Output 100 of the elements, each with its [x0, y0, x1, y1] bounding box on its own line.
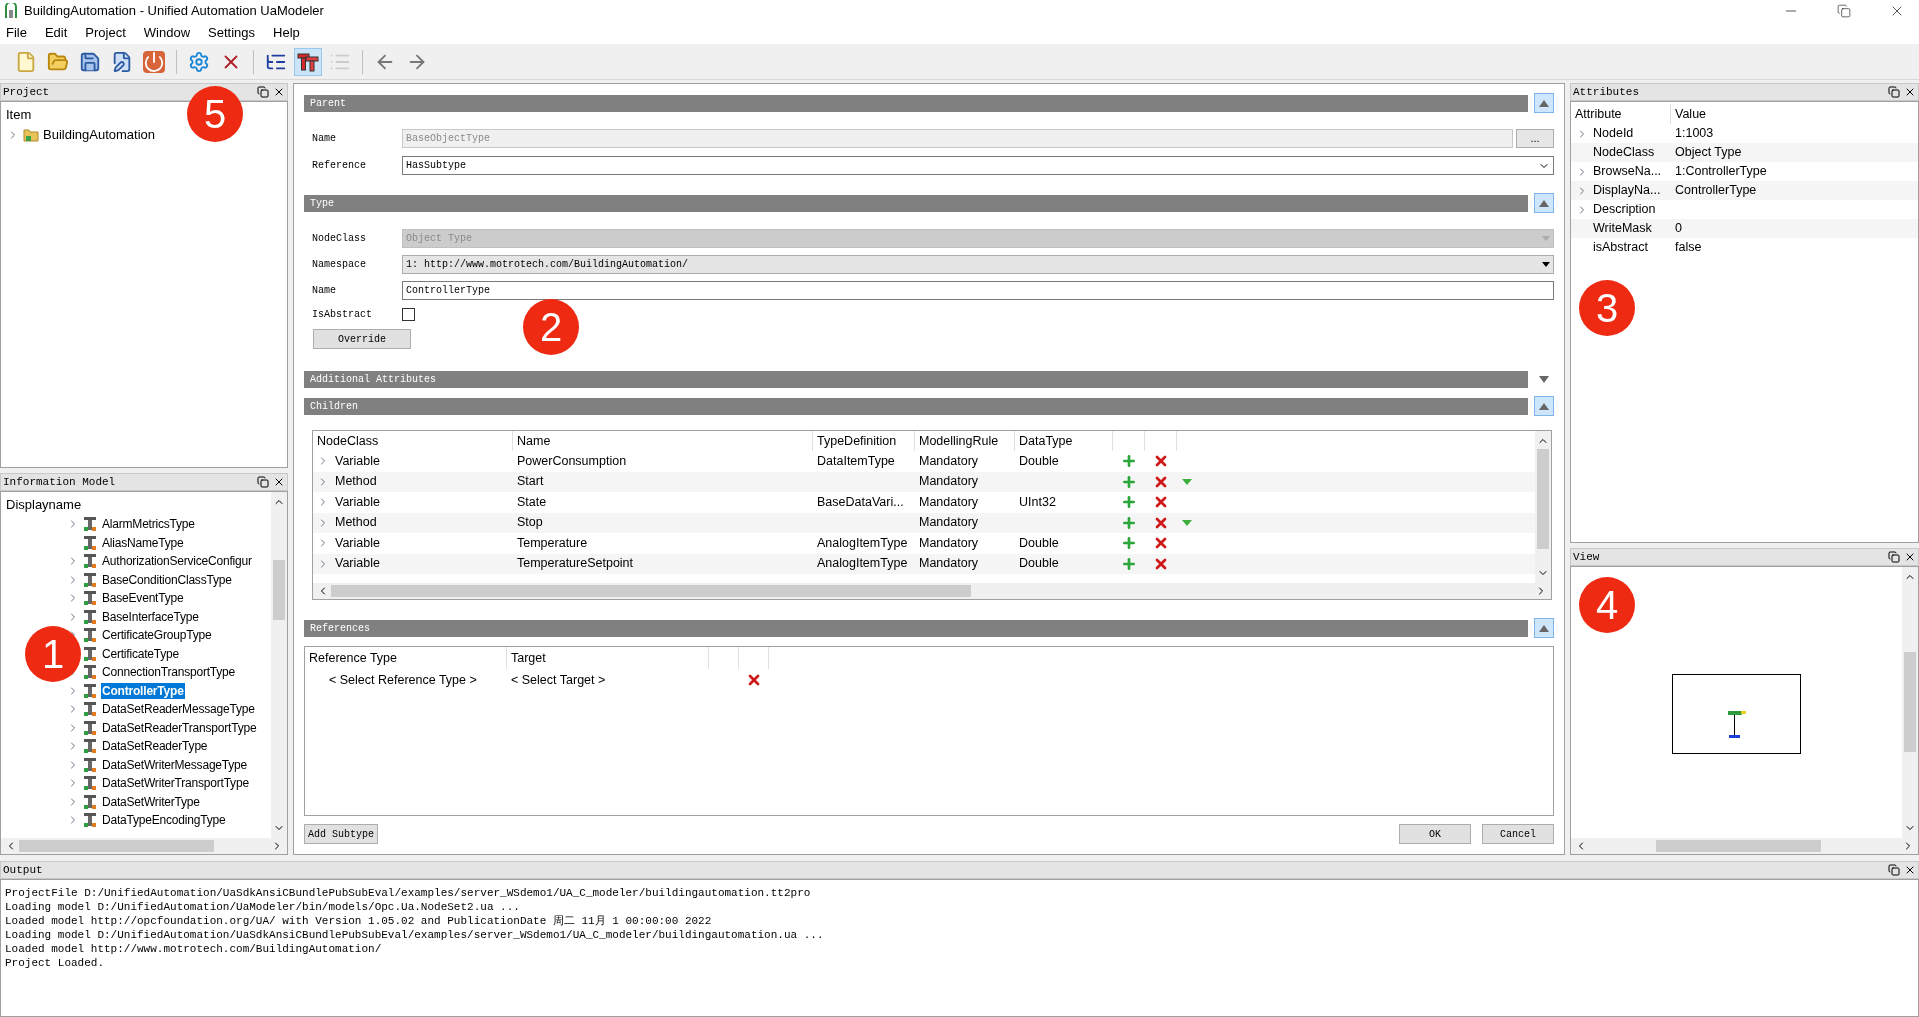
tree-item[interactable]: AuthorizationServiceConfigur [101, 553, 253, 570]
float-icon[interactable] [1888, 864, 1900, 876]
add-subtype-button[interactable]: Add Subtype [304, 824, 378, 844]
column-header[interactable]: TypeDefinition [813, 431, 915, 451]
tree-item[interactable]: DataSetReaderType [101, 738, 209, 755]
field-label: NodeClass [312, 232, 367, 246]
vertical-scrollbar[interactable] [271, 492, 287, 838]
table-cell[interactable]: < Select Reference Type > [305, 670, 507, 690]
panel-title: Information Model [3, 474, 117, 490]
plus-icon[interactable] [1121, 453, 1137, 470]
column-header[interactable]: Attribute [1571, 104, 1671, 124]
table-cell-text: Variable [335, 534, 380, 552]
namespace-dropdown[interactable]: 1: http://www.motrotech.com/BuildingAutomation/ [402, 255, 1554, 274]
tree-item[interactable]: DataSetWriterTransportType [101, 775, 250, 792]
attribute-name: NodeClass [1593, 144, 1655, 162]
t-shape-icon [83, 664, 97, 681]
tree-item[interactable]: AlarmMetricsType [101, 516, 196, 533]
menu-item[interactable]: File [6, 23, 27, 43]
delete-icon[interactable] [746, 672, 762, 688]
scrollbar-thumb[interactable] [273, 560, 285, 620]
close-icon[interactable] [273, 86, 285, 98]
horizontal-scrollbar[interactable] [1571, 838, 1918, 854]
browse-button[interactable]: ... [1516, 129, 1554, 148]
column-header[interactable]: Value [1671, 104, 1918, 124]
menu-item[interactable]: Settings [208, 23, 256, 43]
triangle-icon[interactable] [1182, 519, 1192, 526]
float-icon[interactable] [1888, 86, 1900, 98]
horizontal-scrollbar[interactable] [1, 838, 287, 854]
scrollbar-thumb[interactable] [331, 585, 971, 597]
collapse-button[interactable] [1534, 193, 1554, 213]
menu-item[interactable]: Help [273, 23, 300, 43]
tree-item[interactable]: CertificateType [101, 645, 181, 662]
tree-item[interactable]: DataSetWriterMessageType [101, 756, 249, 773]
plus-icon[interactable] [1121, 535, 1137, 552]
collapse-button[interactable] [1534, 396, 1554, 416]
scrollbar-thumb[interactable] [1656, 840, 1821, 852]
close-icon[interactable] [1904, 86, 1916, 98]
ok-button[interactable]: OK [1399, 824, 1471, 844]
vertical-scrollbar[interactable] [1535, 431, 1551, 583]
plus-icon[interactable] [1121, 555, 1137, 572]
tree-item[interactable]: DataSetReaderTransportType [101, 719, 258, 736]
name-field[interactable]: ControllerType [402, 281, 1554, 300]
folder-icon [23, 128, 39, 142]
menu-item[interactable]: Edit [44, 23, 68, 43]
scrollbar-thumb[interactable] [19, 840, 214, 852]
cancel-button[interactable]: Cancel [1482, 824, 1554, 844]
column-header[interactable]: Reference Type [305, 647, 507, 669]
scrollbar-thumb[interactable] [1904, 652, 1916, 752]
float-icon[interactable] [257, 476, 269, 488]
collapse-button[interactable] [1534, 93, 1554, 113]
tree-item[interactable]: BaseEventType [101, 590, 185, 607]
plus-icon[interactable] [1121, 473, 1137, 490]
tree-item[interactable]: BuildingAutomation [43, 125, 156, 145]
column-header[interactable]: DataType [1015, 431, 1113, 451]
isabstract-checkbox[interactable] [402, 308, 415, 321]
close-icon[interactable] [1904, 864, 1916, 876]
tree-item[interactable]: CertificateGroupType [101, 627, 213, 644]
triangle-icon[interactable] [1182, 478, 1192, 485]
override-button[interactable]: Override [313, 329, 411, 349]
tree-item[interactable]: DataSetReaderMessageType [101, 701, 256, 718]
close-icon[interactable] [273, 476, 285, 488]
table-cell-text: State [516, 493, 548, 511]
attribute-value: ControllerType [1674, 182, 1758, 200]
log-line: Loaded model http://opcfoundation.org/UA/ with Version 1.05.02 and PublicationDate 周二 11月 1 00:00:00 2022 [5, 914, 713, 928]
scrollbar-thumb[interactable] [1537, 449, 1549, 549]
tree-item[interactable]: BaseInterfaceType [101, 608, 200, 625]
float-icon[interactable] [257, 86, 269, 98]
table-cell: Double [1019, 453, 1059, 468]
close-icon[interactable] [1904, 551, 1916, 563]
triangle-icon [1539, 402, 1549, 410]
table-cell-text: Stop [516, 514, 544, 532]
table-cell[interactable]: < Select Target > [507, 670, 709, 690]
tree-item[interactable]: DataTypeEncodingType [101, 812, 227, 829]
panel-title: View [1573, 549, 1601, 565]
float-icon[interactable] [1888, 551, 1900, 563]
plus-icon[interactable] [1121, 494, 1137, 511]
tree-item[interactable]: ConnectionTransportType [101, 664, 237, 681]
horizontal-scrollbar[interactable] [313, 583, 1551, 599]
section-header: Parent [304, 94, 1528, 112]
type-view-button[interactable] [294, 47, 322, 76]
tree-item[interactable]: BaseConditionClassType [101, 571, 233, 588]
tree-item[interactable]: DataSetWriterType [101, 793, 201, 810]
menu-item[interactable]: Window [143, 23, 191, 43]
tree-item[interactable]: AliasNameType [101, 534, 185, 551]
plus-icon[interactable] [1121, 514, 1137, 531]
reference-dropdown[interactable]: HasSubtype [402, 156, 1554, 175]
t-shape-icon [83, 516, 97, 533]
column-header: Item [6, 107, 32, 122]
column-header[interactable]: Target [507, 647, 709, 669]
column-header[interactable]: ModellingRule [915, 431, 1015, 451]
restore-icon[interactable] [1837, 4, 1851, 18]
t-shape-icon [83, 627, 97, 644]
vertical-scrollbar[interactable] [1902, 567, 1918, 838]
table-cell: Double [1019, 556, 1059, 571]
menu-item[interactable]: Project [85, 23, 126, 43]
column-header[interactable]: Name [513, 431, 813, 451]
column-header[interactable]: NodeClass [313, 431, 513, 451]
attribute-name: Description [1593, 201, 1656, 219]
collapse-button[interactable] [1534, 618, 1554, 638]
tree-item[interactable]: ControllerType [101, 682, 185, 699]
